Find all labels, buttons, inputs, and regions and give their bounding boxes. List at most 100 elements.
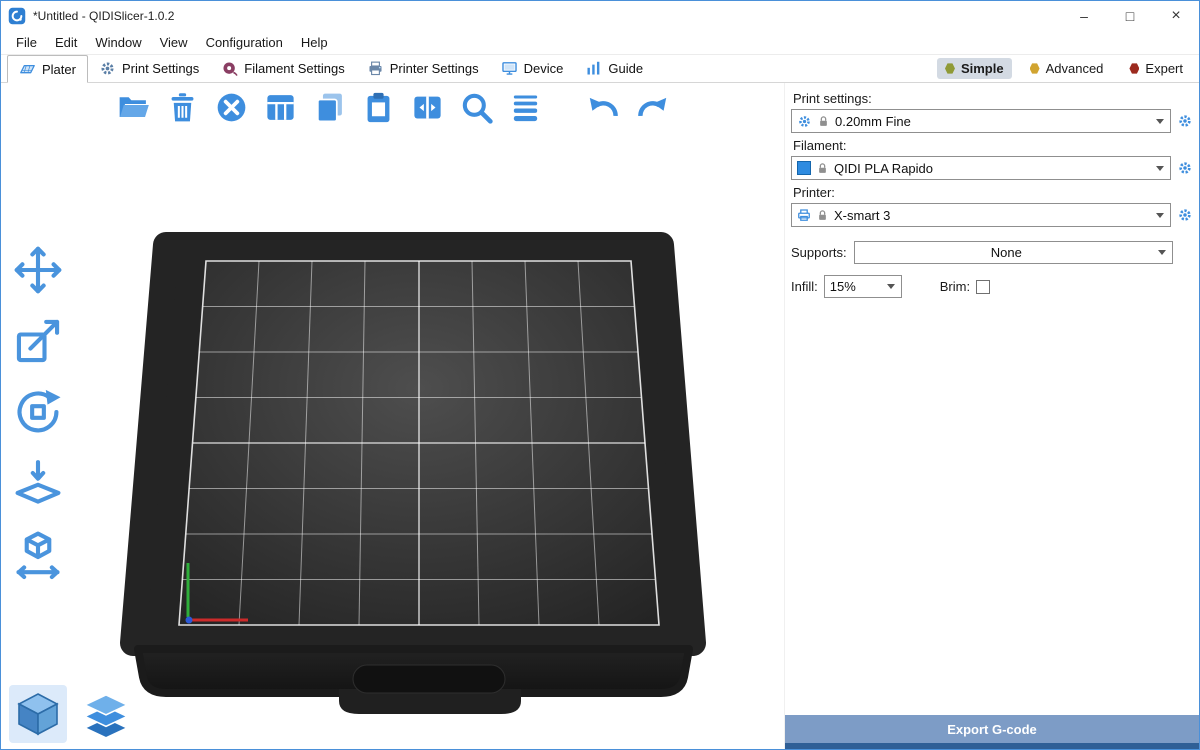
tab-label: Filament Settings [244, 61, 344, 76]
tab-plater[interactable]: Plater [7, 55, 88, 83]
printer-combo[interactable]: X-smart 3 [791, 203, 1171, 227]
tab-filament-settings[interactable]: Filament Settings [210, 55, 355, 82]
device-monitor-icon [501, 60, 518, 77]
export-gcode-button[interactable]: Export G-code [785, 715, 1199, 743]
print-settings-label: Print settings: [793, 91, 1195, 106]
menu-configuration[interactable]: Configuration [197, 33, 292, 52]
chevron-down-icon [887, 284, 895, 289]
lock-icon [816, 162, 829, 175]
place-on-face-icon [12, 457, 64, 509]
measure-tool-button[interactable] [7, 525, 69, 583]
preview-layers-view-button[interactable] [79, 689, 133, 743]
tab-device[interactable]: Device [490, 55, 575, 82]
delete-all-button[interactable] [211, 87, 251, 127]
delete-button[interactable] [162, 87, 202, 127]
print-bed-3d-view[interactable] [1, 83, 784, 749]
variable-layer-height-button[interactable] [505, 87, 545, 127]
supports-row: Supports: None [791, 241, 1195, 264]
chevron-down-icon [1156, 213, 1164, 218]
lock-icon [817, 115, 830, 128]
trash-icon [165, 90, 200, 125]
expert-mode-dot-icon [1129, 63, 1139, 74]
tabbar: Plater Print Settings Filament Settings … [1, 54, 1199, 83]
filament-color-swatch [797, 161, 811, 175]
split-objects-icon [410, 90, 445, 125]
3d-viewport[interactable] [1, 83, 784, 749]
print-settings-gear-button[interactable] [1175, 111, 1195, 131]
filament-gear-button[interactable] [1175, 158, 1195, 178]
gear-icon [1177, 113, 1193, 129]
delete-all-icon [214, 90, 249, 125]
layers-icon [83, 693, 129, 739]
infill-row: Infill: 15% Brim: [791, 275, 1195, 298]
search-button[interactable] [456, 87, 496, 127]
mode-label: Expert [1145, 61, 1183, 76]
gear-icon [1177, 160, 1193, 176]
tab-guide[interactable]: Guide [574, 55, 654, 82]
export-strip [785, 743, 1199, 749]
minimize-button[interactable]: – [1061, 1, 1107, 31]
mode-simple[interactable]: Simple [937, 58, 1012, 79]
move-icon [12, 244, 64, 296]
gear-icon [99, 60, 116, 77]
3d-editor-view-button[interactable] [9, 685, 67, 743]
maximize-button[interactable]: □ [1107, 1, 1153, 31]
split-objects-button[interactable] [407, 87, 447, 127]
menu-view[interactable]: View [151, 33, 197, 52]
filament-value: QIDI PLA Rapido [834, 161, 1151, 176]
scale-tool-button[interactable] [7, 312, 69, 370]
open-file-button[interactable] [113, 87, 153, 127]
undo-button[interactable] [583, 87, 623, 127]
mode-expert[interactable]: Expert [1121, 58, 1191, 79]
plater-icon [19, 61, 36, 78]
scale-icon [12, 315, 64, 367]
filament-combo[interactable]: QIDI PLA Rapido [791, 156, 1171, 180]
paste-button[interactable] [358, 87, 398, 127]
brim-label: Brim: [940, 279, 970, 294]
infill-combo[interactable]: 15% [824, 275, 902, 298]
copy-icon [312, 90, 347, 125]
view-mode-switch [9, 685, 133, 743]
mode-selector: Simple Advanced Expert [937, 55, 1193, 82]
settings-sidebar: Print settings: 0.20mm Fine Filament: QI… [784, 83, 1199, 749]
menu-file[interactable]: File [7, 33, 46, 52]
supports-label: Supports: [791, 245, 847, 260]
export-area: Export G-code [785, 715, 1199, 749]
move-tool-button[interactable] [7, 241, 69, 299]
printer-gear-button[interactable] [1175, 205, 1195, 225]
place-on-face-tool-button[interactable] [7, 454, 69, 512]
tab-printer-settings[interactable]: Printer Settings [356, 55, 490, 82]
redo-button[interactable] [632, 87, 672, 127]
printer-icon [797, 208, 811, 222]
mode-advanced[interactable]: Advanced [1022, 58, 1112, 79]
bed-handle-notch [353, 665, 505, 693]
chevron-down-icon [1158, 250, 1166, 255]
infill-value: 15% [830, 279, 882, 294]
menu-window[interactable]: Window [86, 33, 150, 52]
toolbar-separator [554, 87, 574, 127]
redo-icon [635, 90, 670, 125]
3d-cube-icon [14, 690, 62, 738]
tab-label: Printer Settings [390, 61, 479, 76]
filament-row: QIDI PLA Rapido [791, 156, 1195, 180]
print-settings-value: 0.20mm Fine [835, 114, 1151, 129]
simple-mode-dot-icon [945, 63, 955, 74]
arrange-grid-icon [263, 90, 298, 125]
menu-edit[interactable]: Edit [46, 33, 86, 52]
copy-button[interactable] [309, 87, 349, 127]
printer-value: X-smart 3 [834, 208, 1151, 223]
print-settings-combo[interactable]: 0.20mm Fine [791, 109, 1171, 133]
close-button[interactable]: × [1153, 1, 1199, 31]
lock-icon [816, 209, 829, 222]
menu-help[interactable]: Help [292, 33, 337, 52]
arrange-button[interactable] [260, 87, 300, 127]
tab-print-settings[interactable]: Print Settings [88, 55, 210, 82]
supports-combo[interactable]: None [854, 241, 1173, 264]
viewport-left-toolbar [7, 241, 69, 583]
gear-icon [1177, 207, 1193, 223]
app-window: *Untitled - QIDISlicer-1.0.2 – □ × File … [0, 0, 1200, 750]
chevron-down-icon [1156, 119, 1164, 124]
brim-checkbox[interactable] [976, 280, 990, 294]
rotate-tool-button[interactable] [7, 383, 69, 441]
filament-spool-icon [221, 60, 238, 77]
